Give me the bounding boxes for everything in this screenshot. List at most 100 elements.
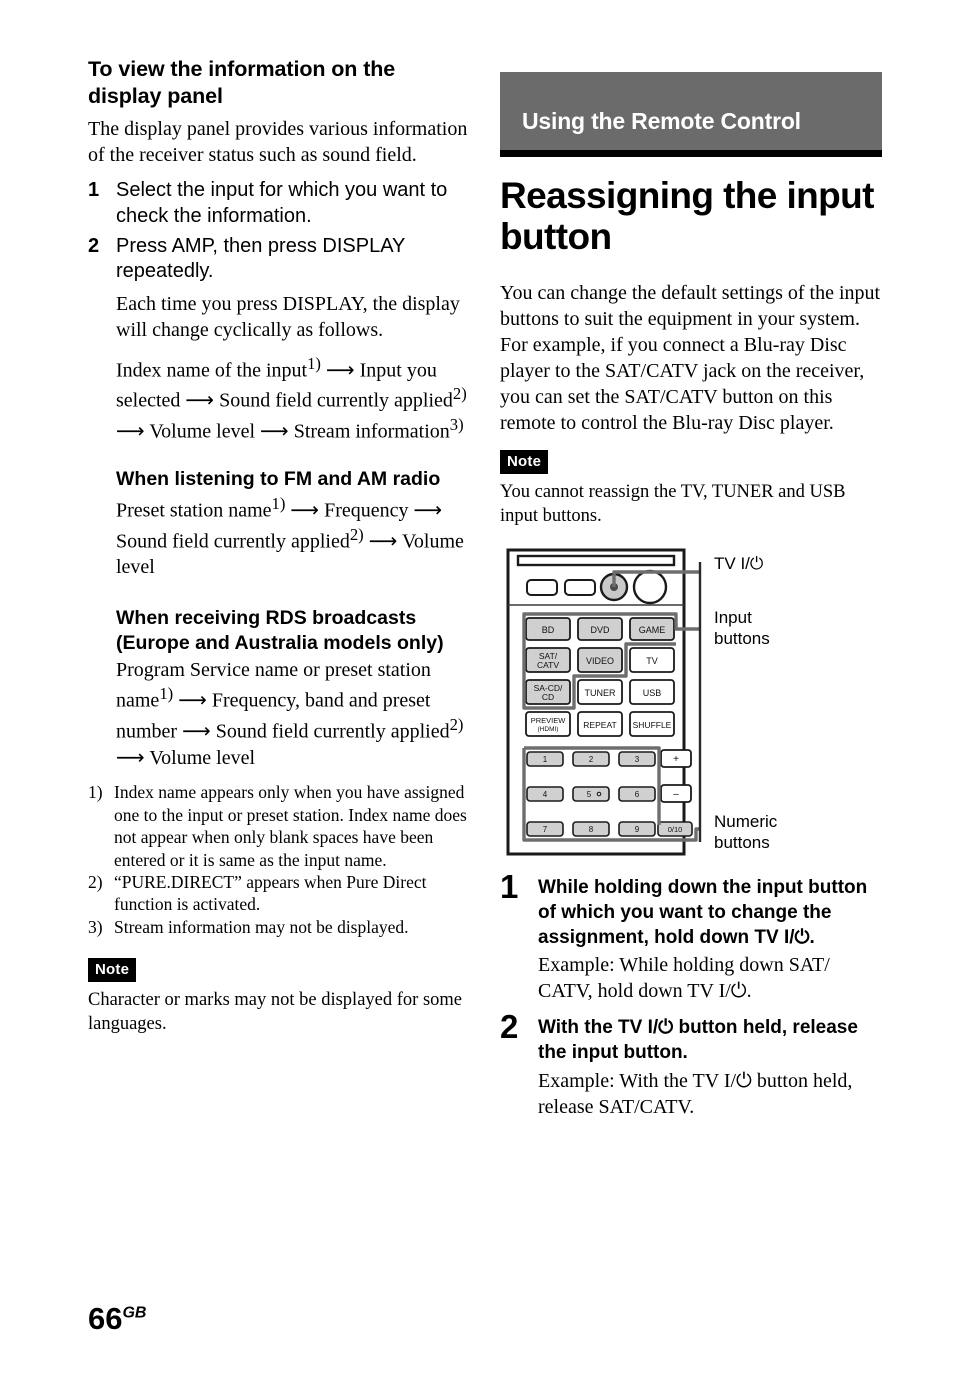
callout-tv-power-label: TV I/⏻	[714, 554, 764, 574]
step-number: 2	[500, 1008, 519, 1046]
step-number: 1	[88, 179, 100, 202]
arrow-icon: ⟶	[413, 497, 443, 522]
svg-text:2: 2	[589, 755, 594, 764]
step-example: Example: While holding down SAT/ CATV, h…	[538, 954, 830, 1003]
arrow-icon: ⟶	[182, 718, 211, 743]
svg-text:9: 9	[635, 825, 640, 834]
footnote-list: 1) Index name appears only when you have…	[88, 781, 470, 938]
left-column: To view the information on the display p…	[88, 56, 470, 1036]
note-block: Note You cannot reassign the TV, TUNER a…	[500, 449, 882, 528]
svg-text:0/10: 0/10	[668, 825, 683, 834]
svg-text:CD: CD	[542, 692, 554, 702]
remote-control-figure: BD DVD GAME SAT/ CATV VIDEO TV SA-CD/ CD…	[500, 542, 882, 862]
step-title: With the TV I/⏻ button held, release the…	[538, 1017, 858, 1063]
svg-text:BD: BD	[542, 625, 555, 635]
svg-text:–: –	[673, 789, 679, 800]
footnote-ref: 1)	[271, 494, 286, 514]
footnote-marker: 2)	[88, 871, 103, 892]
section-banner: Using the Remote Control	[500, 72, 882, 150]
svg-text:DVD: DVD	[590, 625, 610, 635]
procedure-step: 2 With the TV I/⏻ button held, release t…	[500, 1010, 882, 1119]
arrow-icon: ⟶	[116, 418, 145, 443]
cycle-item: Index name of the input	[116, 359, 308, 382]
footnote-ref: 3)	[449, 415, 464, 434]
footnote-marker: 3)	[88, 916, 103, 937]
page-region-code: GB	[122, 1304, 147, 1322]
manual-page: To view the information on the display p…	[0, 0, 954, 1373]
svg-text:7: 7	[543, 825, 548, 834]
callout-numeric-buttons-label: Numeric buttons	[714, 812, 778, 852]
arrow-icon: ⟶	[368, 528, 398, 553]
svg-text:1: 1	[543, 755, 548, 764]
cycle-item: Volume level	[149, 420, 256, 443]
footnote-item: 1) Index name appears only when you have…	[88, 781, 470, 871]
arrow-icon: ⟶	[260, 418, 289, 443]
cycle-item: Sound field currently applied	[219, 390, 453, 412]
svg-text:TUNER: TUNER	[585, 688, 616, 698]
svg-text:+: +	[673, 754, 679, 765]
banner-rule	[500, 150, 882, 157]
rds-sequence: Program Service name or preset station n…	[88, 657, 470, 771]
step-title: Select the input for which you want to c…	[116, 179, 448, 227]
section-banner-label: Using the Remote Control	[522, 108, 801, 134]
step-number: 2	[88, 234, 100, 257]
step-number: 1	[500, 868, 519, 906]
note-badge: Note	[500, 449, 549, 474]
page-number: 66GB	[88, 1303, 146, 1334]
step-title: While holding down the input button of w…	[538, 877, 868, 948]
svg-text:TV: TV	[646, 656, 658, 666]
arrow-icon: ⟶	[325, 357, 355, 382]
svg-text:PREVIEW: PREVIEW	[531, 716, 567, 725]
svg-text:6: 6	[635, 790, 640, 799]
right-intro-paragraph: You can change the default settings of t…	[500, 281, 881, 434]
cycle-item: Sound field currently applied	[116, 530, 350, 553]
display-cycle-sequence: Index name of the input1) ⟶ Input you se…	[116, 353, 470, 445]
footnote-ref: 1)	[307, 353, 321, 373]
svg-text:SHUFFLE: SHUFFLE	[633, 720, 672, 730]
left-intro-paragraph: The display panel provides various infor…	[88, 118, 468, 167]
svg-text:CATV: CATV	[537, 660, 559, 670]
procedure-step: 1 While holding down the input button of…	[500, 870, 882, 1004]
svg-text:GAME: GAME	[639, 625, 666, 635]
step-example: Example: With the TV I/⏻ button held, re…	[538, 1069, 853, 1118]
footnote-ref: 2)	[449, 714, 464, 734]
step-detail: Each time you press DISPLAY, the display…	[116, 292, 460, 341]
cycle-item: Volume level	[149, 747, 256, 770]
subsection-heading-rds: When receiving RDS broadcasts (Europe an…	[88, 606, 470, 655]
remote-function-buttons: PREVIEW (HDMI) REPEAT SHUFFLE	[525, 711, 675, 738]
svg-text:USB: USB	[643, 688, 662, 698]
svg-text:8: 8	[589, 825, 594, 834]
page-number-value: 66	[88, 1301, 123, 1336]
cycle-item: Stream information	[293, 420, 450, 443]
subsection-heading-fm-am: When listening to FM and AM radio	[116, 467, 441, 490]
callout-input-buttons-label: Input buttons	[714, 608, 770, 648]
rds-heading-line2: (Europe and Australia models only)	[116, 631, 444, 654]
footnote-text: Stream information may not be displayed.	[114, 916, 409, 937]
right-column: Using the Remote Control Reassigning the…	[500, 72, 882, 1130]
arrow-icon: ⟶	[185, 388, 215, 412]
note-text: You cannot reassign the TV, TUNER and US…	[500, 481, 846, 526]
svg-text:4: 4	[543, 790, 548, 799]
arrow-icon: ⟶	[178, 687, 207, 712]
arrow-icon: ⟶	[290, 497, 320, 522]
note-text: Character or marks may not be displayed …	[88, 990, 462, 1034]
footnote-text: “PURE.DIRECT” appears when Pure Direct f…	[114, 871, 427, 915]
note-badge: Note	[88, 958, 137, 983]
svg-text:VIDEO: VIDEO	[586, 656, 614, 666]
svg-text:3: 3	[635, 755, 640, 764]
footnote-ref: 2)	[349, 524, 364, 544]
page-title: Reassigning the input button	[500, 175, 874, 258]
cycle-item: Frequency	[324, 499, 409, 522]
fm-am-sequence: Preset station name1) ⟶ Frequency ⟶ Soun…	[88, 493, 470, 580]
left-section-heading: To view the information on the display p…	[88, 57, 396, 108]
footnote-ref: 2)	[452, 384, 467, 404]
remote-diagram: BD DVD GAME SAT/ CATV VIDEO TV SA-CD/ CD…	[506, 548, 702, 856]
remote-input-button-grid: BD DVD GAME SAT/ CATV VIDEO TV SA-CD/ CD…	[525, 617, 675, 706]
svg-text:5: 5	[587, 790, 592, 799]
svg-text:(HDMI): (HDMI)	[538, 726, 559, 733]
footnote-text: Index name appears only when you have as…	[114, 782, 467, 870]
cycle-item: Sound field currently applied	[215, 720, 450, 743]
svg-text:REPEAT: REPEAT	[583, 720, 616, 730]
step-item: 1 Select the input for which you want to…	[88, 178, 470, 229]
step-title: Press AMP, then press DISPLAY repeatedly…	[116, 234, 406, 283]
